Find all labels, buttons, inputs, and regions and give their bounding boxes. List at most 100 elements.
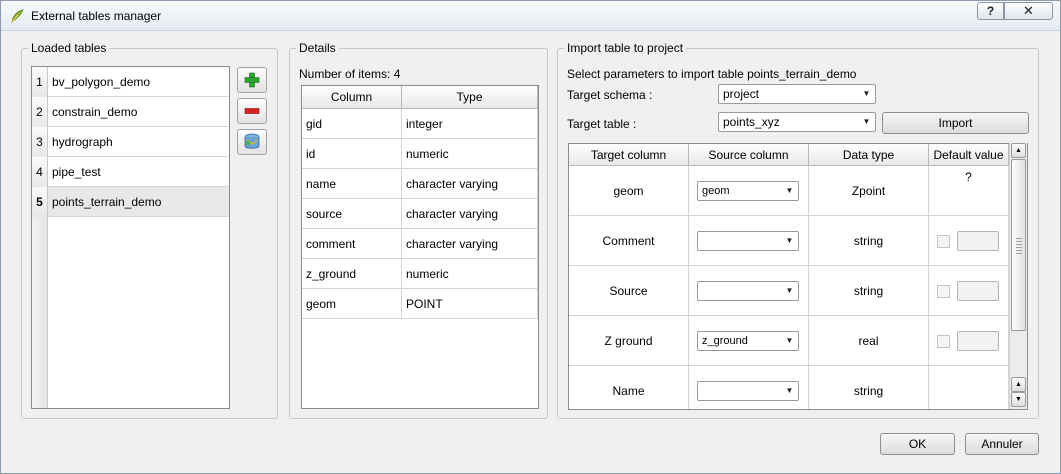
- default-value-cell: [929, 166, 1009, 216]
- details-table[interactable]: Column Type gid integer id numeric name …: [301, 85, 539, 409]
- vertical-scrollbar[interactable]: ▲ ▲ ▼: [1009, 143, 1027, 409]
- add-table-button[interactable]: [237, 67, 267, 93]
- source-column-cell[interactable]: z_ground ▼: [689, 316, 809, 366]
- scroll-down-button[interactable]: ▼: [1011, 392, 1026, 407]
- table-cell[interactable]: source: [302, 199, 402, 229]
- row-number: 5: [32, 187, 48, 217]
- row-number: 4: [32, 157, 48, 187]
- table-cell[interactable]: character varying: [402, 199, 538, 229]
- help-button[interactable]: ?: [977, 2, 1004, 20]
- load-table-button[interactable]: [237, 129, 267, 155]
- table-cell[interactable]: id: [302, 139, 402, 169]
- database-icon: [244, 133, 260, 149]
- column-header[interactable]: Column: [302, 86, 402, 109]
- target-schema-value: project: [723, 87, 760, 101]
- list-item[interactable]: 3 hydrograph: [32, 127, 229, 157]
- table-cell[interactable]: comment: [302, 229, 402, 259]
- table-cell[interactable]: numeric: [402, 139, 538, 169]
- source-column-select[interactable]: geom ▼: [697, 181, 799, 201]
- table-cell[interactable]: name: [302, 169, 402, 199]
- default-value-input[interactable]: [957, 331, 999, 351]
- data-type-cell: string: [809, 216, 929, 266]
- table-cell[interactable]: character varying: [402, 169, 538, 199]
- source-column-select[interactable]: ▼: [697, 281, 799, 301]
- default-value-cell: [929, 266, 1009, 316]
- remove-table-button[interactable]: [237, 98, 267, 124]
- details-title: Details: [296, 41, 339, 55]
- table-cell[interactable]: geom: [302, 289, 402, 319]
- chevron-down-icon: ▼: [785, 286, 794, 295]
- default-value-checkbox[interactable]: [937, 285, 950, 298]
- data-type-cell: real: [809, 316, 929, 366]
- target-column-cell: Name: [569, 366, 689, 409]
- default-value-checkbox[interactable]: [937, 235, 950, 248]
- list-item-label: points_terrain_demo: [52, 195, 162, 209]
- target-schema-select[interactable]: project ▼: [718, 84, 876, 104]
- chevron-down-icon: ▼: [785, 386, 794, 395]
- import-button[interactable]: Import: [882, 112, 1029, 134]
- list-item-label: hydrograph: [52, 135, 113, 149]
- target-table-select[interactable]: points_xyz ▼: [718, 112, 876, 132]
- minus-icon: [244, 108, 260, 114]
- row-header-gutter: [32, 217, 48, 408]
- target-column-cell: Comment: [569, 216, 689, 266]
- target-table-label: Target table :: [567, 117, 637, 131]
- title-bar: External tables manager ? ✕: [1, 1, 1060, 31]
- table-cell[interactable]: numeric: [402, 259, 538, 289]
- items-count-label: Number of items: 4: [299, 67, 401, 81]
- source-column-header[interactable]: Source column: [689, 144, 809, 166]
- data-type-header[interactable]: Data type: [809, 144, 929, 166]
- default-value-input[interactable]: [957, 281, 999, 301]
- data-type-cell: string: [809, 366, 929, 409]
- data-type-cell: Zpoint: [809, 166, 929, 216]
- source-column-value: z_ground: [702, 335, 748, 347]
- scroll-thumb[interactable]: [1011, 159, 1026, 331]
- source-column-select[interactable]: z_ground ▼: [697, 331, 799, 351]
- target-schema-label: Target schema :: [567, 88, 653, 102]
- import-title: Import table to project: [564, 41, 687, 55]
- table-cell[interactable]: gid: [302, 109, 402, 139]
- chevron-down-icon: ▼: [785, 186, 794, 195]
- target-column-header[interactable]: Target column: [569, 144, 689, 166]
- default-value-input[interactable]: [957, 231, 999, 251]
- chevron-down-icon: ▼: [785, 336, 794, 345]
- source-column-cell[interactable]: ▼: [689, 266, 809, 316]
- table-cell[interactable]: integer: [402, 109, 538, 139]
- scroll-up-button[interactable]: ▲: [1011, 377, 1026, 392]
- plus-icon: [244, 72, 260, 88]
- dialog-window: External tables manager ? ✕ Loaded table…: [0, 0, 1061, 474]
- source-column-cell[interactable]: geom ▼: [689, 166, 809, 216]
- default-value-checkbox[interactable]: [937, 335, 950, 348]
- close-button[interactable]: ✕: [1004, 2, 1053, 20]
- list-item-label: constrain_demo: [52, 105, 138, 119]
- target-table-value: points_xyz: [723, 115, 780, 129]
- default-value-cell: [929, 366, 1009, 409]
- source-column-select[interactable]: ▼: [697, 231, 799, 251]
- target-column-cell: geom: [569, 166, 689, 216]
- source-column-select[interactable]: ▼: [697, 381, 799, 401]
- table-cell[interactable]: z_ground: [302, 259, 402, 289]
- list-item-label: pipe_test: [52, 165, 101, 179]
- source-column-cell[interactable]: ▼: [689, 366, 809, 409]
- list-item[interactable]: 1 bv_polygon_demo: [32, 67, 229, 97]
- default-value-cell: [929, 316, 1009, 366]
- data-type-cell: string: [809, 266, 929, 316]
- scroll-up-button[interactable]: ▲: [1011, 143, 1026, 158]
- type-header[interactable]: Type: [402, 86, 538, 109]
- loaded-tables-list[interactable]: 1 bv_polygon_demo 2 constrain_demo 3 hyd…: [31, 66, 230, 409]
- list-item-label: bv_polygon_demo: [52, 75, 151, 89]
- default-value-cell: [929, 216, 1009, 266]
- list-item[interactable]: 2 constrain_demo: [32, 97, 229, 127]
- table-cell[interactable]: character varying: [402, 229, 538, 259]
- loaded-tables-title: Loaded tables: [28, 41, 110, 55]
- table-cell[interactable]: POINT: [402, 289, 538, 319]
- default-value-header[interactable]: Default value ?: [929, 144, 1009, 184]
- cancel-button[interactable]: Annuler: [965, 433, 1039, 455]
- source-column-cell[interactable]: ▼: [689, 216, 809, 266]
- chevron-down-icon: ▼: [862, 89, 871, 98]
- chevron-down-icon: ▼: [862, 117, 871, 126]
- ok-button[interactable]: OK: [880, 433, 955, 455]
- list-item[interactable]: 4 pipe_test: [32, 157, 229, 187]
- list-item-selected[interactable]: 5 points_terrain_demo: [32, 187, 229, 217]
- import-mapping-table[interactable]: Target column Source column Data type De…: [568, 143, 1028, 410]
